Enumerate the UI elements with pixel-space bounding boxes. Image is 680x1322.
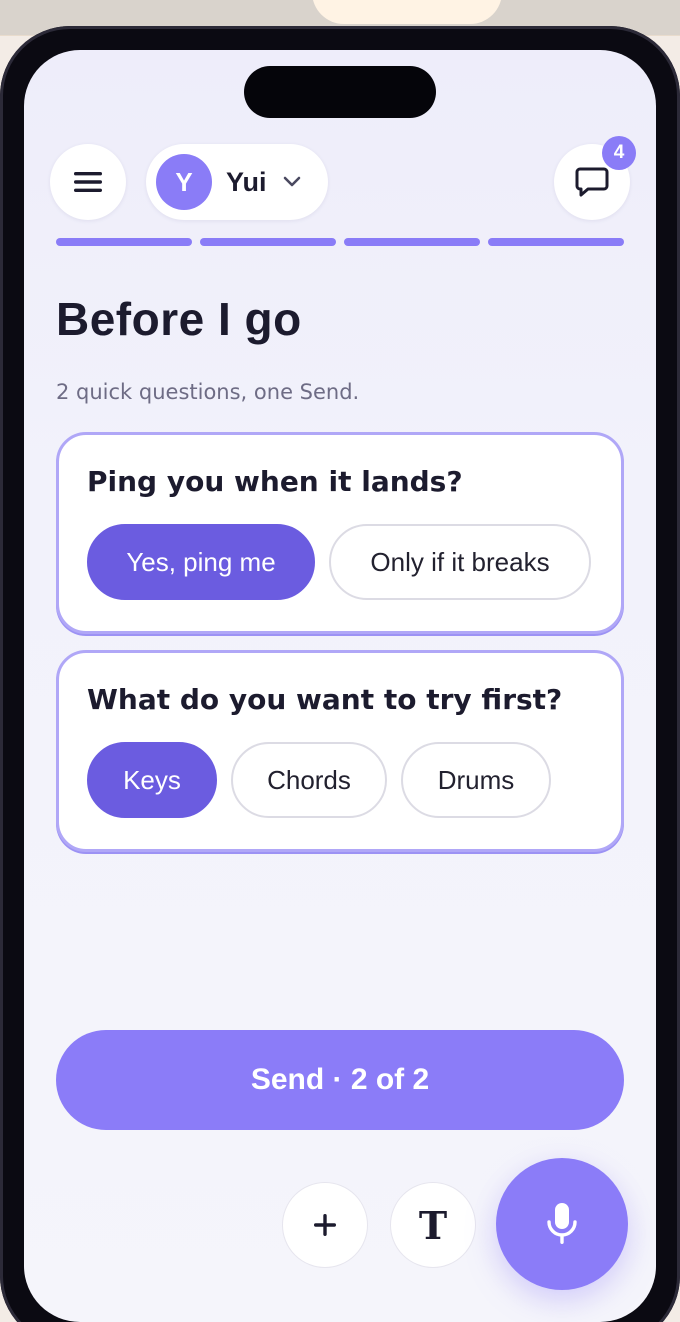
app-screen: Y Yui 4 Before I go 2 quick questions, o… [24,50,656,1322]
top-decoration [312,0,502,24]
menu-button[interactable] [50,144,126,220]
text-format-icon: T [418,1202,448,1248]
add-button[interactable] [282,1182,368,1268]
option-only-if-it-breaks[interactable]: Only if it breaks [329,524,591,600]
phone-frame: Y Yui 4 Before I go 2 quick questions, o… [0,26,680,1322]
question-prompt: What do you want to try first? [87,683,563,716]
messages-badge: 4 [602,136,636,170]
question-card-ping: Ping you when it lands? Yes, ping me Onl… [56,432,624,634]
progress-segment [344,238,480,246]
plus-icon [314,1214,336,1236]
dynamic-island [244,66,436,118]
page-subtitle: 2 quick questions, one Send. [56,380,360,404]
option-group: Keys Chords Drums [87,742,621,818]
progress-segment [56,238,192,246]
option-yes-ping-me[interactable]: Yes, ping me [87,524,315,600]
avatar: Y [156,154,212,210]
question-prompt: Ping you when it lands? [87,465,463,498]
option-group: Yes, ping me Only if it breaks [87,524,621,600]
chat-bubble-icon [575,167,609,197]
microphone-icon [547,1203,577,1244]
progress-segment [200,238,336,246]
progress-segment [488,238,624,246]
user-name: Yui [226,166,267,197]
page-title: Before I go [56,293,302,345]
chevron-down-icon [283,176,301,188]
send-button[interactable]: Send · 2 of 2 [56,1030,624,1130]
text-format-button[interactable]: T [390,1182,476,1268]
microphone-button[interactable] [496,1158,628,1290]
option-drums[interactable]: Drums [401,742,551,818]
menu-icon [74,172,102,192]
option-chords[interactable]: Chords [231,742,387,818]
progress-bar [56,238,624,246]
user-switcher[interactable]: Y Yui [146,144,328,220]
option-keys[interactable]: Keys [87,742,217,818]
question-card-try-first: What do you want to try first? Keys Chor… [56,650,624,852]
